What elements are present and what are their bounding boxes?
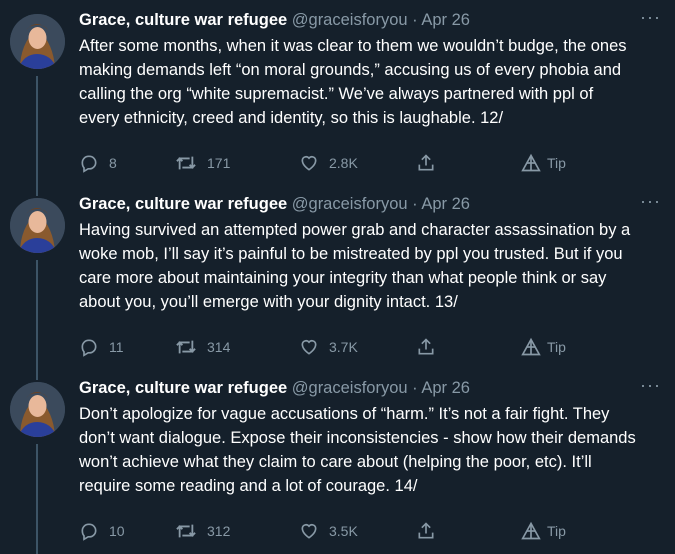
tweet-text-line: woke mob, I’ll say it’s painful to be mi… (79, 245, 623, 263)
tweet-date[interactable]: Apr 26 (421, 379, 470, 397)
tip-label: Tip (547, 523, 566, 539)
reply-icon (79, 153, 99, 173)
reply-icon (79, 337, 99, 357)
reply-button[interactable]: 8 (79, 148, 117, 178)
tweet-content: Grace, culture war refugee @graceisforyo… (79, 8, 661, 173)
share-button[interactable] (416, 332, 436, 362)
author-handle[interactable]: @graceisforyou (292, 11, 408, 29)
tweet-text-line: Having survived an attempted power grab … (79, 221, 631, 239)
tweet[interactable]: Grace, culture war refugee @graceisforyo… (0, 0, 675, 184)
retweet-button[interactable]: 314 (175, 332, 230, 362)
retweet-icon (175, 521, 197, 541)
tweet-text-line: Don’t apologize for vague accusations of… (79, 405, 610, 423)
retweet-button[interactable]: 171 (175, 148, 230, 178)
avatar[interactable] (10, 14, 65, 69)
reply-count: 10 (109, 523, 125, 539)
tweet-text-line: require some reading and a lot of courag… (79, 477, 418, 495)
tweet-date[interactable]: Apr 26 (421, 11, 470, 29)
author-name[interactable]: Grace, culture war refugee (79, 379, 287, 397)
reply-icon (79, 521, 99, 541)
like-count: 3.5K (329, 523, 358, 539)
tweet-text-line: every ethnicity, creed and identity, so … (79, 109, 504, 127)
like-button[interactable]: 3.7K (299, 332, 358, 362)
share-icon (416, 337, 436, 357)
reply-button[interactable]: 10 (79, 516, 125, 546)
tweet[interactable]: Grace, culture war refugee @graceisforyo… (0, 184, 675, 368)
tip-label: Tip (547, 155, 566, 171)
tweet-header: Grace, culture war refugee @graceisforyo… (79, 8, 661, 32)
like-button[interactable]: 2.8K (299, 148, 358, 178)
tweet-text-line: making demands left “on moral grounds,” … (79, 61, 622, 79)
share-button[interactable] (416, 148, 436, 178)
tip-button[interactable]: Tip (521, 332, 566, 362)
tweet-text-line: care more about maintaining your integri… (79, 269, 607, 287)
tweet[interactable]: Grace, culture war refugee @graceisforyo… (0, 368, 675, 552)
tweet-text-line: don’t want dialogue. Expose their incons… (79, 429, 636, 447)
more-icon[interactable]: ··· (640, 8, 661, 26)
tweet-content: Grace, culture war refugee @graceisforyo… (79, 376, 661, 541)
share-button[interactable] (416, 516, 436, 546)
like-icon (299, 153, 319, 173)
author-name[interactable]: Grace, culture war refugee (79, 195, 287, 213)
like-icon (299, 521, 319, 541)
more-icon[interactable]: ··· (640, 376, 661, 394)
tweet-text-line: about you, you’ll emerge with your digni… (79, 293, 458, 311)
tip-icon (521, 521, 541, 541)
tweet-text: Having survived an attempted power grab … (79, 218, 661, 314)
share-icon (416, 521, 436, 541)
retweet-count: 312 (207, 523, 231, 539)
retweet-icon (175, 337, 197, 357)
reply-count: 11 (109, 339, 124, 355)
author-handle[interactable]: @graceisforyou (292, 195, 408, 213)
tweet-header: Grace, culture war refugee @graceisforyo… (79, 376, 661, 400)
tweet-actions: 8 171 2.8K Tip (79, 148, 659, 178)
tweet-text-line: won’t achieve what they claim to care ab… (79, 453, 592, 471)
tweet-actions: 10 312 3.5K Tip (79, 516, 659, 546)
reply-button[interactable]: 11 (79, 332, 124, 362)
author-handle[interactable]: @graceisforyou (292, 379, 408, 397)
header-separator: · (412, 11, 418, 29)
more-icon[interactable]: ··· (640, 192, 661, 210)
tip-icon (521, 337, 541, 357)
like-button[interactable]: 3.5K (299, 516, 358, 546)
retweet-button[interactable]: 312 (175, 516, 230, 546)
tip-button[interactable]: Tip (521, 516, 566, 546)
tweet-header: Grace, culture war refugee @graceisforyo… (79, 192, 661, 216)
header-separator: · (412, 195, 418, 213)
retweet-count: 314 (207, 339, 231, 355)
reply-count: 8 (109, 155, 117, 171)
tip-button[interactable]: Tip (521, 148, 566, 178)
like-icon (299, 337, 319, 357)
like-count: 3.7K (329, 339, 358, 355)
tip-label: Tip (547, 339, 566, 355)
tweet-date[interactable]: Apr 26 (421, 195, 470, 213)
author-name[interactable]: Grace, culture war refugee (79, 11, 287, 29)
tweet-content: Grace, culture war refugee @graceisforyo… (79, 192, 661, 357)
retweet-icon (175, 153, 197, 173)
avatar[interactable] (10, 382, 65, 437)
avatar[interactable] (10, 198, 65, 253)
retweet-count: 171 (207, 155, 231, 171)
tweet-text: Don’t apologize for vague accusations of… (79, 402, 661, 498)
share-icon (416, 153, 436, 173)
like-count: 2.8K (329, 155, 358, 171)
tip-icon (521, 153, 541, 173)
tweet-actions: 11 314 3.7K Tip (79, 332, 659, 362)
tweet-text: After some months, when it was clear to … (79, 34, 661, 130)
header-separator: · (412, 379, 418, 397)
tweet-text-line: After some months, when it was clear to … (79, 37, 627, 55)
tweet-text-line: calling the org “white supremacist.” We’… (79, 85, 594, 103)
